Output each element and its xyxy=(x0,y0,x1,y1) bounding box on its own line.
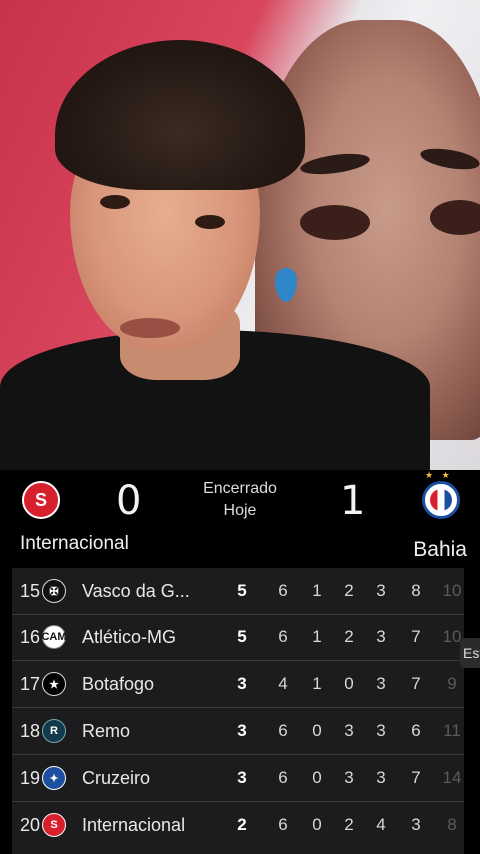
games-played: 4 xyxy=(278,674,288,693)
status-ended: Encerrado xyxy=(203,480,277,497)
draws: 3 xyxy=(344,768,354,787)
games-played: 6 xyxy=(278,721,288,740)
home-team-name[interactable]: Internacional xyxy=(20,533,129,555)
team-name: Vasco da G... xyxy=(82,580,190,601)
wins: 1 xyxy=(312,581,322,600)
losses: 3 xyxy=(376,581,386,600)
position: 17 xyxy=(19,673,40,694)
table-row[interactable]: 20 S Internacional 2 6 0 2 4 3 8 xyxy=(12,802,464,848)
internacional-crest-icon: S xyxy=(22,481,60,519)
remo-crest-icon: R xyxy=(42,719,66,743)
goals-for: 8 xyxy=(411,581,421,600)
goals-for: 7 xyxy=(411,627,421,646)
internacional-crest-icon: S xyxy=(42,813,66,837)
table-row[interactable]: 18 R Remo 3 6 0 3 3 6 11 xyxy=(12,708,464,754)
losses: 3 xyxy=(376,627,386,646)
wins: 1 xyxy=(312,674,322,693)
table-row[interactable]: 15 ✠ Vasco da G... 5 6 1 2 3 8 10 xyxy=(12,568,464,614)
losses: 3 xyxy=(376,768,386,787)
draws: 0 xyxy=(344,674,354,693)
goals-for: 7 xyxy=(411,674,421,693)
losses: 3 xyxy=(376,674,386,693)
team-name: Internacional xyxy=(82,814,186,835)
wins: 0 xyxy=(312,721,322,740)
atletico-mg-crest-icon: CAM xyxy=(41,625,67,649)
presenter-eye-left xyxy=(100,195,130,209)
position: 18 xyxy=(19,720,40,741)
cruzeiro-crest-icon: ✦ xyxy=(42,766,66,790)
draws: 2 xyxy=(344,627,354,646)
match-status: Encerrado Hoje xyxy=(180,478,300,522)
championship-stars: ★ ★ xyxy=(425,470,453,480)
match-scoreboard[interactable]: S 0 Encerrado Hoje 1 ★ ★ Internacional B… xyxy=(0,470,480,568)
side-tab[interactable]: Est xyxy=(460,638,480,668)
team-name: Atlético-MG xyxy=(82,626,177,647)
status-date: Hoje xyxy=(223,502,257,519)
points: 3 xyxy=(237,674,247,693)
position: 20 xyxy=(19,814,40,835)
botafogo-crest-icon: ★ xyxy=(42,672,66,696)
video-background xyxy=(0,0,480,470)
games-played: 6 xyxy=(278,581,288,600)
draws: 3 xyxy=(344,721,354,740)
goals-against: 11 xyxy=(443,721,461,740)
vasco-crest-icon: ✠ xyxy=(42,579,66,603)
draws: 2 xyxy=(344,581,354,600)
losses: 3 xyxy=(376,721,386,740)
bahia-crest-icon xyxy=(422,481,460,519)
wins: 1 xyxy=(312,627,322,646)
goals-for: 6 xyxy=(411,721,421,740)
team-name: Remo xyxy=(82,720,131,741)
table-row[interactable]: 17 ★ Botafogo 3 4 1 0 3 7 9 xyxy=(12,661,464,707)
standings-table: 15 ✠ Vasco da G... 5 6 1 2 3 8 10 16 CAM… xyxy=(12,568,464,854)
presenter-mouth xyxy=(120,318,180,338)
losses: 4 xyxy=(376,815,386,834)
draws: 2 xyxy=(344,815,354,834)
position: 16 xyxy=(19,626,40,647)
games-played: 6 xyxy=(278,815,288,834)
goals-for: 3 xyxy=(411,815,421,834)
table-row[interactable]: 19 ✦ Cruzeiro 3 6 0 3 3 7 14 xyxy=(12,755,464,801)
away-team-name[interactable]: Bahia xyxy=(413,538,467,562)
position: 15 xyxy=(19,580,40,601)
wins: 0 xyxy=(312,815,322,834)
goals-for: 7 xyxy=(411,768,421,787)
goals-against: 14 xyxy=(442,768,462,787)
wins: 0 xyxy=(312,768,322,787)
points: 3 xyxy=(237,768,247,787)
points: 5 xyxy=(237,627,247,646)
games-played: 6 xyxy=(278,768,288,787)
team-name: Cruzeiro xyxy=(82,767,151,788)
goals-against: 9 xyxy=(447,674,457,693)
games-played: 6 xyxy=(278,627,288,646)
goals-against: 8 xyxy=(447,815,457,834)
points: 2 xyxy=(237,815,247,834)
team-name: Botafogo xyxy=(82,673,155,694)
goals-against: 10 xyxy=(442,581,462,600)
table-row[interactable]: 16 CAM Atlético-MG 5 6 1 2 3 7 10 xyxy=(12,614,464,660)
poster-eye-left xyxy=(300,205,370,240)
position: 19 xyxy=(19,767,40,788)
home-score: 0 xyxy=(116,478,142,524)
points: 3 xyxy=(237,721,247,740)
away-score: 1 xyxy=(340,478,366,524)
points: 5 xyxy=(237,581,247,600)
presenter-eye-right xyxy=(195,215,225,229)
